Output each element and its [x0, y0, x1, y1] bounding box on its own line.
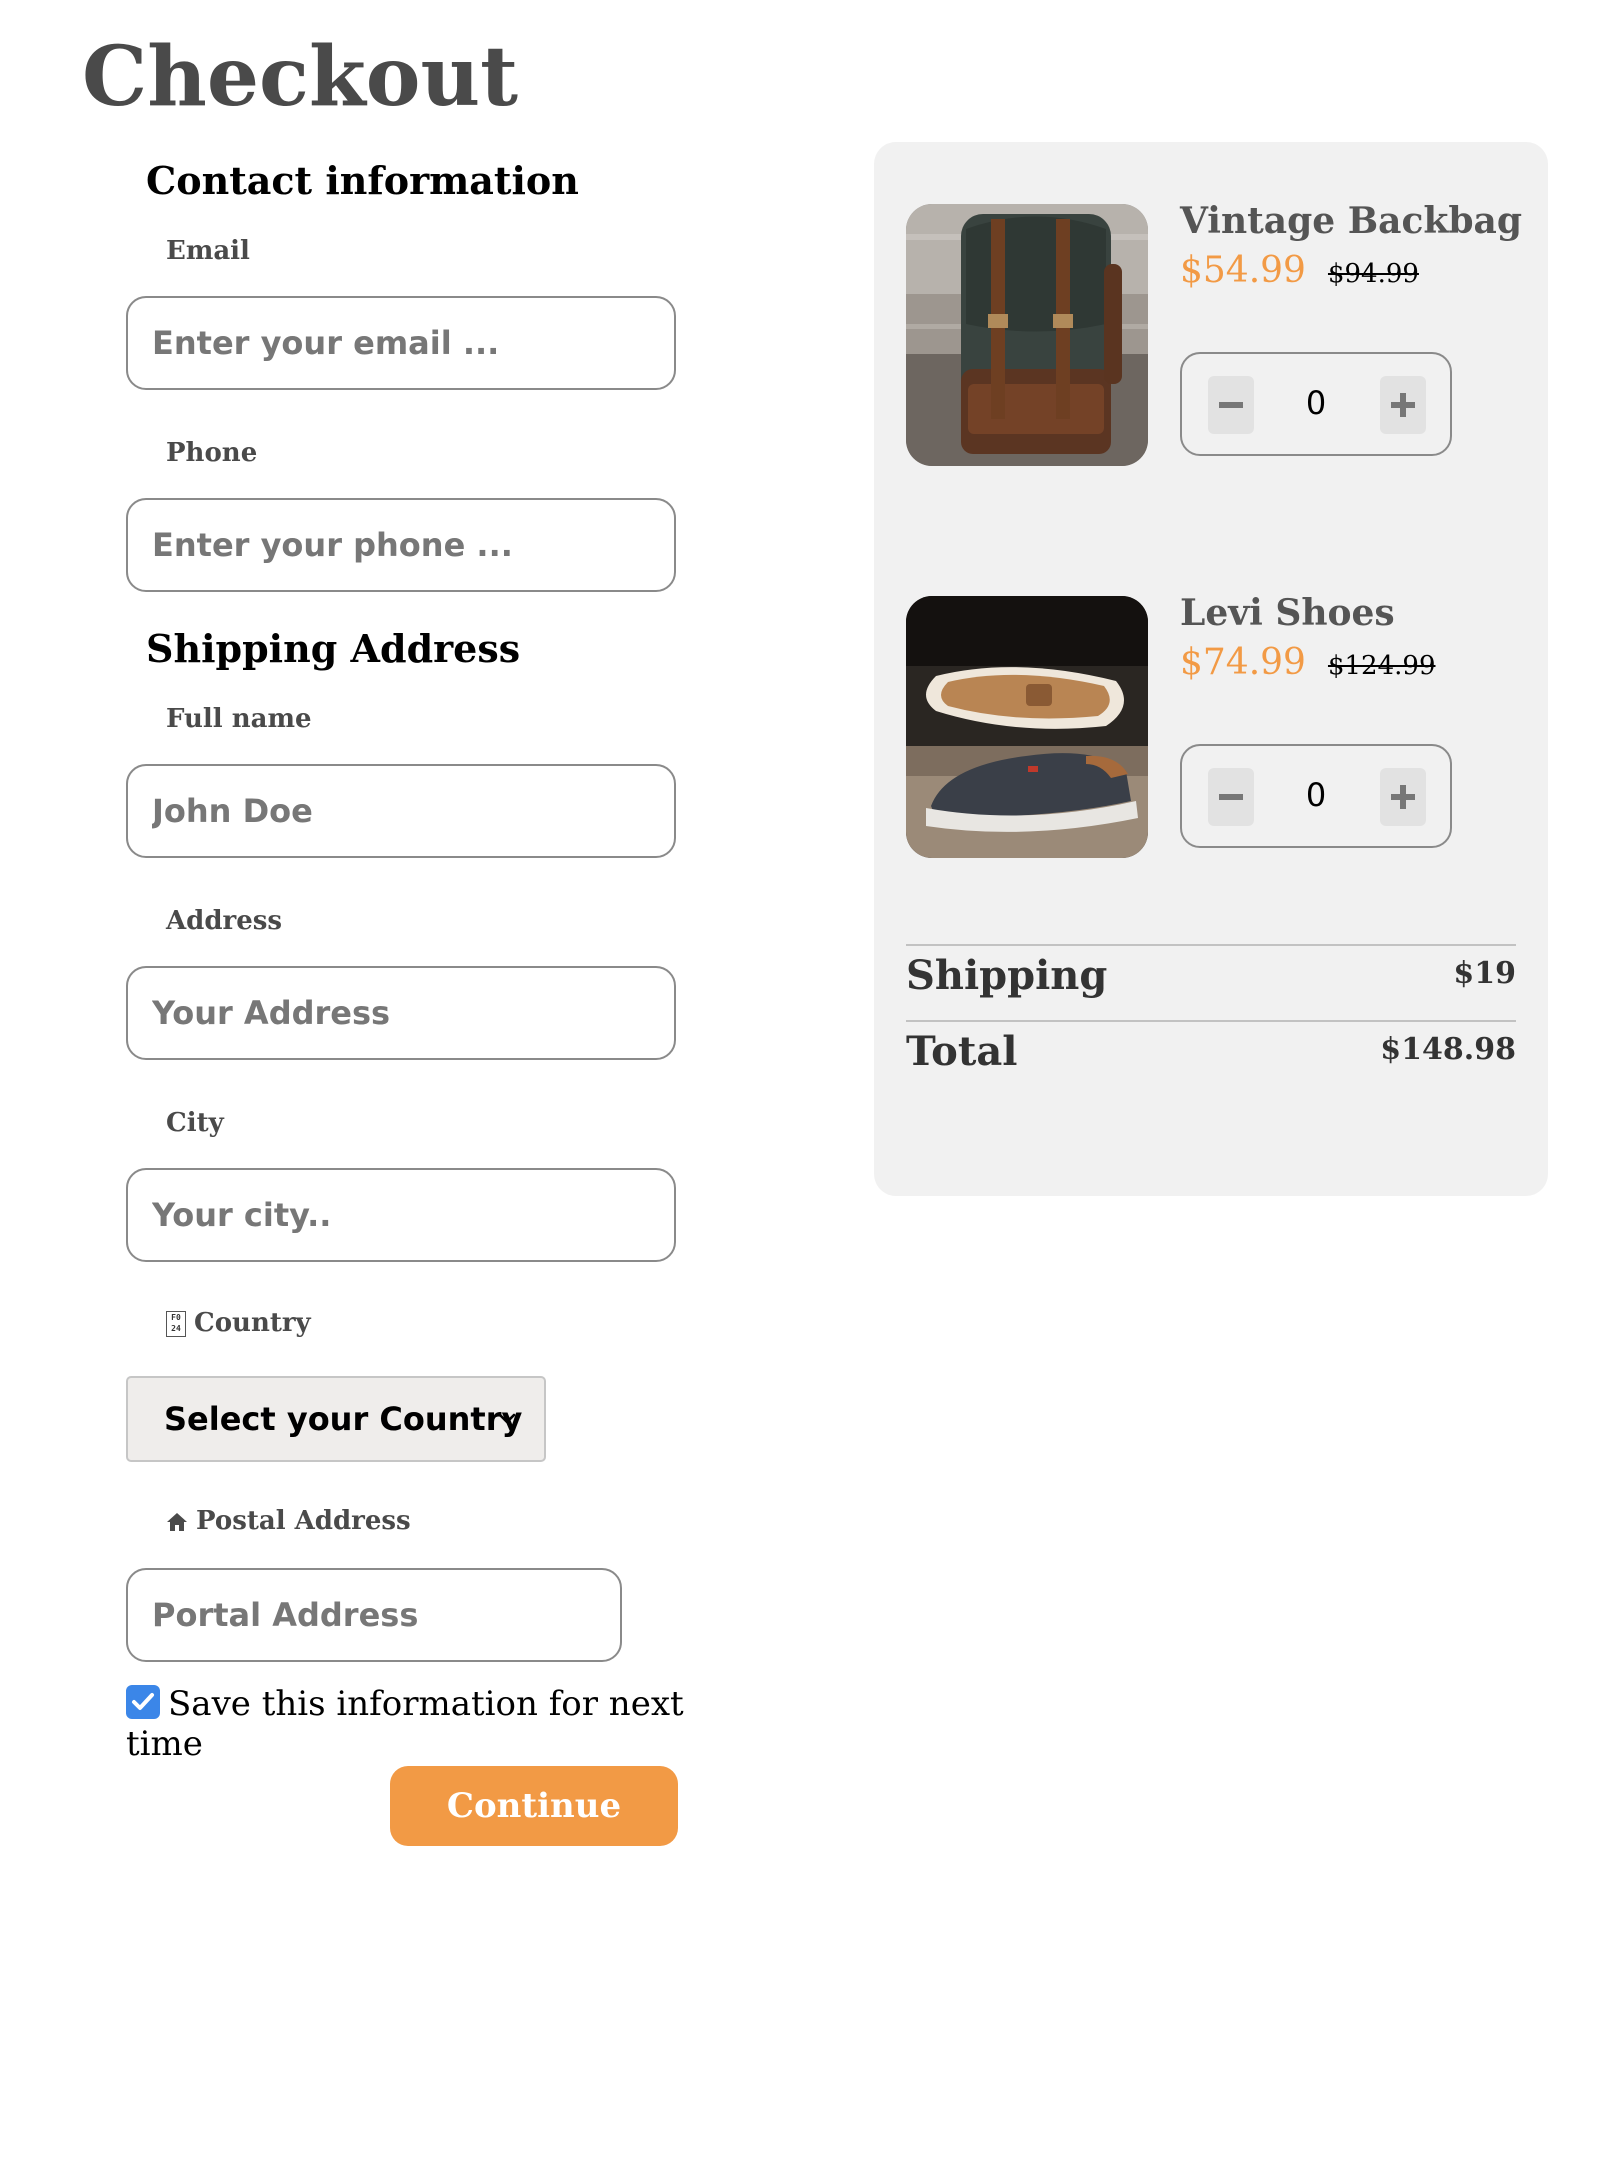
shipping-label: Shipping	[906, 952, 1108, 999]
cart-item-price-row: $74.99 $124.99	[1180, 642, 1436, 683]
plus-icon	[1391, 393, 1415, 417]
country-select[interactable]: Select your Country	[126, 1376, 546, 1462]
phone-label-text: Phone	[166, 438, 258, 468]
email-label-text: Email	[166, 236, 250, 266]
city-field[interactable]	[126, 1168, 676, 1262]
plus-icon	[1391, 785, 1415, 809]
contact-heading: Contact information	[146, 158, 579, 203]
address-label-text: Address	[166, 906, 283, 936]
continue-button[interactable]: Continue	[390, 1766, 678, 1846]
cart-item-price: $74.99	[1180, 642, 1306, 683]
address-field[interactable]	[126, 966, 676, 1060]
phone-field[interactable]	[126, 498, 676, 592]
city-label-text: City	[166, 1108, 224, 1138]
quantity-stepper: 0	[1180, 744, 1452, 848]
postal-address-field[interactable]	[126, 1568, 622, 1662]
cart-item-name: Vintage Backbag	[1180, 200, 1522, 242]
cart-item-name: Levi Shoes	[1180, 592, 1395, 634]
shipping-heading: Shipping Address	[146, 626, 521, 671]
cart-item-old-price: $94.99	[1327, 259, 1419, 289]
phone-label: Phone	[166, 438, 257, 469]
cart-item-price-row: $54.99 $94.99	[1180, 250, 1419, 291]
city-label: City	[166, 1108, 224, 1139]
summary-divider	[906, 944, 1516, 946]
summary-divider	[906, 1020, 1516, 1022]
missing-glyph-icon: F0 24	[166, 1310, 186, 1337]
chevron-down-icon	[498, 1413, 516, 1424]
cart-item-price: $54.99	[1180, 250, 1306, 291]
country-label: F0 24 Country	[166, 1308, 311, 1339]
shoes-product-image	[906, 596, 1148, 858]
cart-item-old-price: $124.99	[1327, 651, 1436, 681]
increase-quantity-button[interactable]	[1380, 376, 1426, 434]
country-label-text: Country	[194, 1308, 311, 1338]
quantity-stepper: 0	[1180, 352, 1452, 456]
save-info-row: Save this information for next time	[126, 1684, 686, 1764]
shipping-value: $19	[1453, 956, 1516, 991]
page-title: Checkout	[82, 29, 518, 125]
full-name-field[interactable]	[126, 764, 676, 858]
backpack-product-image	[906, 204, 1148, 466]
full-name-label: Full name	[166, 704, 312, 735]
total-label: Total	[906, 1028, 1018, 1075]
country-select-value: Select your Country	[164, 1400, 523, 1438]
check-icon	[132, 1693, 154, 1710]
full-name-label-text: Full name	[166, 704, 312, 734]
save-info-label[interactable]: Save this information for next time	[126, 1684, 684, 1764]
email-field[interactable]	[126, 296, 676, 390]
postal-label-text: Postal Address	[196, 1506, 411, 1536]
home-icon	[167, 1512, 187, 1531]
save-info-checkbox[interactable]	[126, 1685, 160, 1719]
total-value: $148.98	[1380, 1032, 1516, 1067]
address-label: Address	[166, 906, 282, 937]
increase-quantity-button[interactable]	[1380, 768, 1426, 826]
email-label: Email	[166, 236, 250, 267]
postal-label: Postal Address	[166, 1506, 411, 1537]
